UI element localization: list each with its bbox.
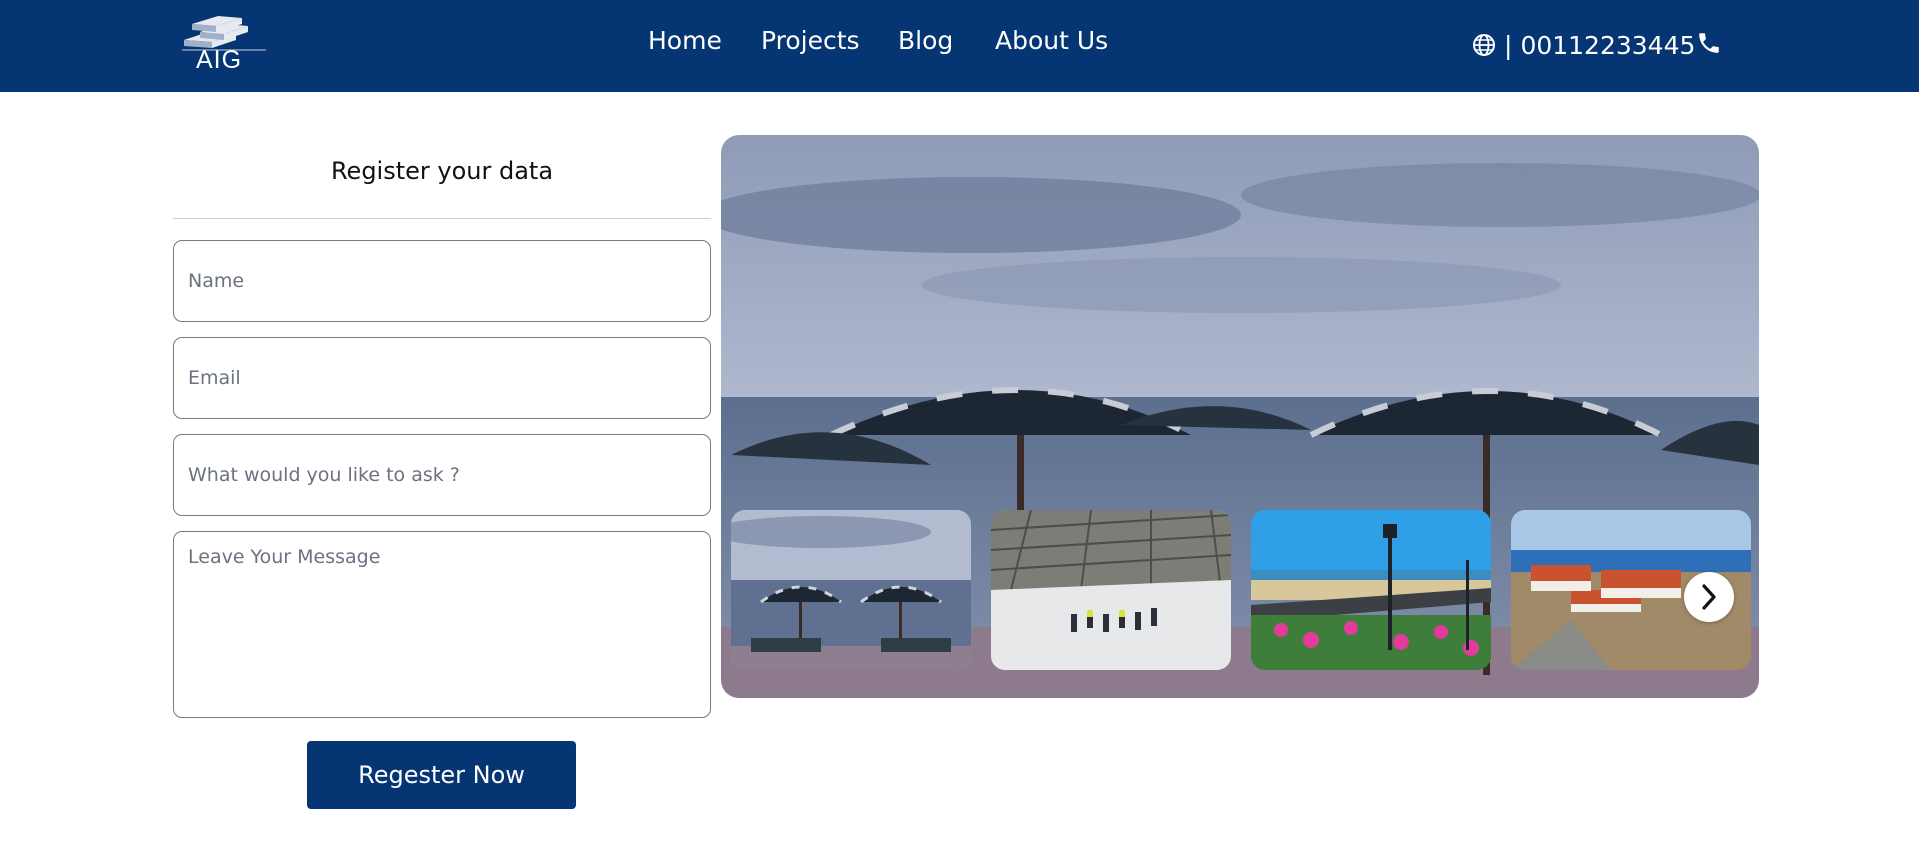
gallery-next-button[interactable]	[1684, 572, 1734, 622]
nav-about-us[interactable]: About Us	[995, 26, 1108, 55]
thumbnail-coastal-road[interactable]	[1251, 510, 1491, 670]
nav-projects[interactable]: Projects	[761, 26, 860, 55]
email-input[interactable]	[173, 337, 711, 419]
register-button[interactable]: Regester Now	[307, 741, 576, 809]
contact-separator: |	[1504, 30, 1513, 60]
question-input[interactable]	[173, 434, 711, 516]
contact-info: | 00112233445	[1472, 28, 1695, 62]
message-textarea[interactable]	[173, 531, 711, 718]
name-input[interactable]	[173, 240, 711, 322]
form-title: Register your data	[330, 157, 554, 185]
phone-icon[interactable]	[1696, 30, 1722, 56]
chevron-right-icon	[1702, 584, 1716, 610]
thumbnail-beach-umbrellas[interactable]	[731, 510, 971, 670]
nav-home[interactable]: Home	[648, 26, 722, 55]
logo-text: AIG	[196, 46, 243, 74]
form-divider	[173, 218, 711, 219]
globe-icon[interactable]	[1472, 33, 1496, 57]
thumbnail-construction-site[interactable]	[991, 510, 1231, 670]
nav-blog[interactable]: Blog	[898, 26, 953, 55]
phone-number[interactable]: 00112233445	[1520, 31, 1695, 60]
site-header: AIG Home Projects Blog About Us | 001122…	[0, 0, 1919, 92]
